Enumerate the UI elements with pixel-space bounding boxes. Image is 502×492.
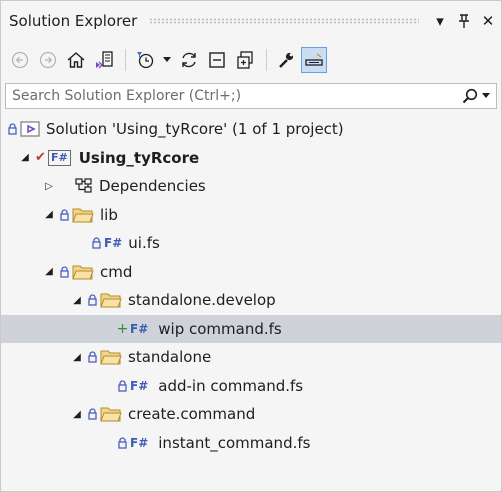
expanded-arrow-icon[interactable]: ◢: [43, 208, 55, 222]
solution-icon: [20, 121, 40, 137]
fsharp-project-icon: F#: [48, 149, 71, 166]
title-grip[interactable]: [149, 18, 419, 24]
tree-item-lib[interactable]: ◢ lib: [1, 201, 501, 230]
lock-icon: [7, 123, 18, 135]
folder-open-icon: [100, 292, 122, 308]
expanded-arrow-icon[interactable]: ◢: [71, 407, 83, 421]
folder-open-icon: [100, 349, 122, 365]
solution-label: Solution 'Using_tyRcore' (1 of 1 project…: [46, 120, 344, 139]
solution-explorer-panel: Solution Explorer ▾ ✕ Search Solution Ex…: [0, 0, 502, 492]
search-options[interactable]: [454, 88, 496, 104]
standalone-label: standalone: [128, 348, 212, 367]
search-input[interactable]: [6, 87, 454, 105]
home-icon[interactable]: [63, 47, 89, 73]
create-command-label: create.command: [128, 405, 256, 424]
toolbar-separator: [266, 49, 267, 71]
lib-label: lib: [100, 205, 118, 224]
tree-item-cmd[interactable]: ◢ cmd: [1, 258, 501, 287]
project-label: Using_tyRcore: [78, 148, 200, 167]
title-bar: Solution Explorer ▾ ✕: [1, 1, 501, 41]
show-all-files-icon[interactable]: [232, 47, 258, 73]
expanded-arrow-icon[interactable]: ◢: [43, 265, 55, 279]
lock-icon: [91, 237, 102, 249]
close-icon[interactable]: ✕: [477, 10, 499, 32]
sync-icon[interactable]: [176, 47, 202, 73]
search-dropdown-icon[interactable]: [482, 93, 490, 99]
collapse-all-icon[interactable]: [204, 47, 230, 73]
cmd-label: cmd: [100, 262, 133, 281]
tree-item-project[interactable]: ◢ ✔ F# Using_tyRcore: [1, 144, 501, 173]
tree-item-standalone[interactable]: ◢ standalone: [1, 343, 501, 372]
expanded-arrow-icon[interactable]: ◢: [71, 350, 83, 364]
search-box: [5, 83, 497, 109]
tree-item-wip-command-fs[interactable]: + F# wip command.fs: [1, 314, 501, 343]
dropdown-arrow-icon[interactable]: [160, 47, 174, 73]
tree-item-solution[interactable]: Solution 'Using_tyRcore' (1 of 1 project…: [1, 115, 501, 144]
dependencies-icon: [75, 178, 93, 194]
lock-icon: [59, 266, 70, 278]
tree-item-standalone-develop[interactable]: ◢ standalone.develop: [1, 286, 501, 315]
wip-command-label: wip command.fs: [158, 319, 282, 338]
addin-command-label: add-in command.fs: [158, 376, 304, 395]
search-icon[interactable]: [462, 88, 478, 104]
dependencies-label: Dependencies: [99, 177, 206, 196]
tree-item-addin-command-fs[interactable]: F# add-in command.fs: [1, 372, 501, 401]
toolbar-separator: [125, 49, 126, 71]
folder-open-icon: [72, 207, 94, 223]
expanded-arrow-icon[interactable]: ◢: [71, 293, 83, 307]
lock-icon: [87, 408, 98, 420]
collapsed-arrow-icon[interactable]: ▷: [43, 179, 55, 193]
lock-icon: [87, 351, 98, 363]
tree-item-dependencies[interactable]: ▷ Dependencies: [1, 172, 501, 201]
solution-tree: Solution 'Using_tyRcore' (1 of 1 project…: [1, 115, 501, 457]
folder-open-icon: [100, 406, 122, 422]
properties-wrench-icon[interactable]: [273, 47, 299, 73]
folder-open-icon: [72, 264, 94, 280]
panel-title: Solution Explorer: [9, 12, 138, 30]
checked-in-icon: ✔: [35, 150, 46, 166]
window-position-dropdown-icon[interactable]: ▾: [429, 10, 451, 32]
toolbar: [1, 41, 501, 79]
switch-views-icon[interactable]: [91, 47, 117, 73]
lock-icon: [87, 294, 98, 306]
expanded-arrow-icon[interactable]: ◢: [19, 151, 31, 165]
forward-icon[interactable]: [35, 47, 61, 73]
preview-selected-items-icon[interactable]: [301, 47, 327, 73]
fsharp-file-icon: F#: [130, 435, 149, 450]
tree-item-instant-command-fs[interactable]: F# instant_command.fs: [1, 429, 501, 458]
ui-fs-label: ui.fs: [128, 234, 160, 253]
pending-add-icon: +: [116, 320, 129, 337]
lock-icon: [117, 437, 128, 449]
fsharp-file-icon: F#: [104, 236, 123, 251]
pending-changes-filter-icon[interactable]: [132, 47, 158, 73]
lock-icon: [59, 209, 70, 221]
tree-item-ui-fs[interactable]: F# ui.fs: [1, 229, 501, 258]
fsharp-file-icon: F#: [130, 321, 149, 336]
instant-command-label: instant_command.fs: [158, 433, 311, 452]
pin-icon[interactable]: [453, 10, 475, 32]
back-icon[interactable]: [7, 47, 33, 73]
standalone-develop-label: standalone.develop: [128, 291, 276, 310]
tree-item-create-command[interactable]: ◢ create.command: [1, 400, 501, 429]
lock-icon: [117, 380, 128, 392]
fsharp-file-icon: F#: [130, 378, 149, 393]
